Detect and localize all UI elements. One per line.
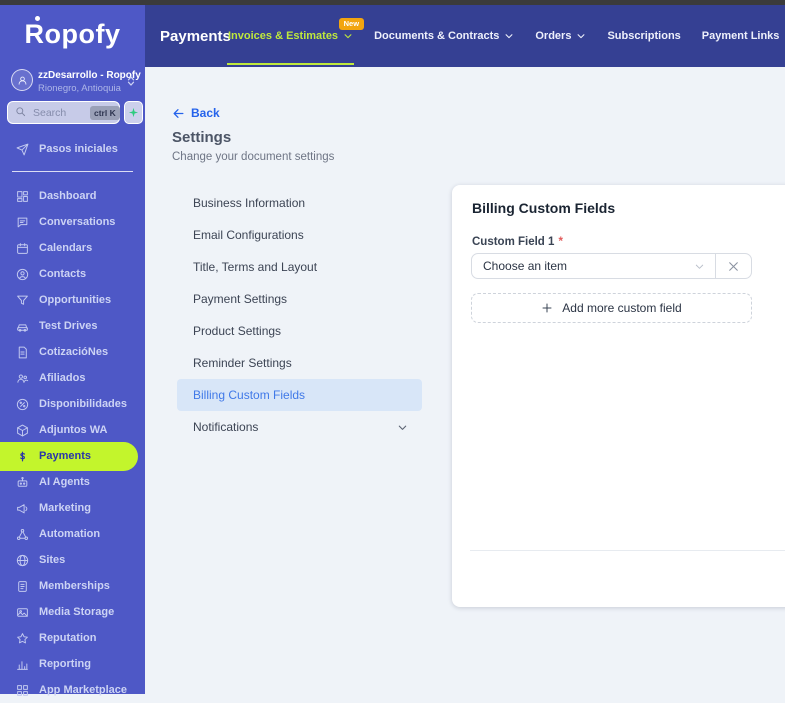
sidebar-item-payments[interactable]: Payments <box>0 441 138 471</box>
page-section-title: Payments <box>160 27 231 45</box>
back-button[interactable]: Back <box>172 106 220 120</box>
page-title: Settings <box>172 129 232 146</box>
chevron-down-icon <box>694 261 705 272</box>
main-content: Back Settings Change your document setti… <box>145 67 785 694</box>
custom-field-label: Custom Field 1 * <box>472 236 563 248</box>
automation-icon <box>16 528 29 541</box>
star-icon <box>16 632 29 645</box>
topbar-tabs: Invoices & Estimates New Documents & Con… <box>226 5 785 67</box>
chevron-updown-icon <box>125 74 137 93</box>
tab-invoices-estimates[interactable]: Invoices & Estimates New <box>226 5 365 67</box>
sidebar-item-memberships[interactable]: Memberships <box>0 573 145 599</box>
sidebar-item-reporting[interactable]: Reporting <box>0 651 145 677</box>
avatar <box>11 69 33 91</box>
sidebar-item-calendars[interactable]: Calendars <box>0 235 145 261</box>
sidebar-item-app-marketplace[interactable]: App Marketplace <box>0 677 145 703</box>
sidebar-item-afiliados[interactable]: Afiliados <box>0 365 145 391</box>
contact-icon <box>16 268 29 281</box>
calendar-icon <box>16 242 29 255</box>
menu-item-payment-settings[interactable]: Payment Settings <box>177 283 422 315</box>
document-icon <box>16 346 29 359</box>
sidebar-item-opportunities[interactable]: Opportunities <box>0 287 145 313</box>
sidebar-item-contacts[interactable]: Contacts <box>0 261 145 287</box>
select-value: Choose an item <box>483 259 568 273</box>
grid-icon <box>16 684 29 697</box>
sidebar-item-marketing[interactable]: Marketing <box>0 495 145 521</box>
required-marker: * <box>558 236 563 248</box>
tab-orders[interactable]: Orders <box>535 5 586 67</box>
plus-icon <box>541 302 553 314</box>
sidebar-item-dashboard[interactable]: Dashboard <box>0 183 145 209</box>
settings-menu: Business Information Email Configuration… <box>177 187 422 443</box>
search-shortcut-badge: ctrl K <box>90 105 120 120</box>
custom-field-select-group: Choose an item <box>471 253 752 279</box>
sidebar-divider <box>12 171 133 172</box>
search-icon <box>15 104 26 122</box>
panel-footer-divider <box>470 550 785 551</box>
sidebar-item-sites[interactable]: Sites <box>0 547 145 573</box>
people-icon <box>16 372 29 385</box>
page-subtitle: Change your document settings <box>172 151 335 163</box>
funnel-icon <box>16 294 29 307</box>
clear-field-button[interactable] <box>716 254 751 278</box>
sidebar-item-adjuntos-wa[interactable]: Adjuntos WA <box>0 417 145 443</box>
memberships-icon <box>16 580 29 593</box>
sidebar: Ropofy zzDesarrollo - Ropofy Rionegro, A… <box>0 5 145 696</box>
megaphone-icon <box>16 502 29 515</box>
logo-dot <box>35 16 40 21</box>
panel-title: Billing Custom Fields <box>472 200 616 216</box>
menu-item-email-configurations[interactable]: Email Configurations <box>177 219 422 251</box>
chart-icon <box>16 658 29 671</box>
sidebar-item-pasos-iniciales[interactable]: Pasos iniciales <box>0 136 145 162</box>
menu-item-title-terms-layout[interactable]: Title, Terms and Layout <box>177 251 422 283</box>
sidebar-item-cotizaciones[interactable]: CotizacióNes <box>0 339 145 365</box>
add-custom-field-button[interactable]: Add more custom field <box>471 293 752 323</box>
ai-sparkle-button[interactable] <box>124 101 143 124</box>
sidebar-item-reputation[interactable]: Reputation <box>0 625 145 651</box>
chevron-down-icon <box>576 31 586 41</box>
app-logo: Ropofy <box>0 16 145 50</box>
logo-text: Ropofy <box>24 19 121 49</box>
globe-icon <box>16 554 29 567</box>
tab-documents-contracts[interactable]: Documents & Contracts <box>374 5 514 67</box>
car-icon <box>16 320 29 333</box>
menu-item-reminder-settings[interactable]: Reminder Settings <box>177 347 422 379</box>
chat-icon <box>16 216 29 229</box>
rocket-icon <box>16 143 29 156</box>
cube-icon <box>16 424 29 437</box>
new-badge: New <box>338 18 365 30</box>
billing-custom-fields-panel: Billing Custom Fields Custom Field 1 * Ch… <box>452 185 785 607</box>
account-switcher[interactable]: zzDesarrollo - Ropofy Rionegro, Antioqui… <box>0 67 145 97</box>
sidebar-item-test-drives[interactable]: Test Drives <box>0 313 145 339</box>
dollar-icon <box>16 450 29 463</box>
menu-item-product-settings[interactable]: Product Settings <box>177 315 422 347</box>
dashboard-icon <box>16 190 29 203</box>
sidebar-item-conversations[interactable]: Conversations <box>0 209 145 235</box>
menu-item-business-information[interactable]: Business Information <box>177 187 422 219</box>
back-arrow-icon <box>172 107 185 120</box>
sidebar-item-automation[interactable]: Automation <box>0 521 145 547</box>
media-icon <box>16 606 29 619</box>
sparkle-icon <box>128 107 139 118</box>
account-location: Rionegro, Antioquia <box>38 83 121 94</box>
close-icon <box>727 260 740 273</box>
search-box[interactable]: ctrl K <box>7 101 120 124</box>
robot-icon <box>16 476 29 489</box>
custom-field-select[interactable]: Choose an item <box>472 254 715 278</box>
chevron-down-icon <box>504 31 514 41</box>
availability-icon <box>16 398 29 411</box>
tab-subscriptions[interactable]: Subscriptions <box>607 5 680 67</box>
topbar: Payments Invoices & Estimates New Docume… <box>145 5 785 67</box>
menu-item-notifications[interactable]: Notifications <box>177 411 422 443</box>
tab-payment-links[interactable]: Payment Links <box>702 5 780 67</box>
window-top-strip <box>0 0 785 5</box>
search-input[interactable] <box>31 105 85 120</box>
menu-item-billing-custom-fields[interactable]: Billing Custom Fields <box>177 379 422 411</box>
sidebar-item-disponibilidades[interactable]: Disponibilidades <box>0 391 145 417</box>
chevron-down-icon <box>343 31 353 41</box>
sidebar-nav: Dashboard Conversations Calendars Contac… <box>0 183 145 703</box>
chevron-down-icon <box>397 422 408 433</box>
sidebar-item-media-storage[interactable]: Media Storage <box>0 599 145 625</box>
sidebar-item-ai-agents[interactable]: AI Agents <box>0 469 145 495</box>
